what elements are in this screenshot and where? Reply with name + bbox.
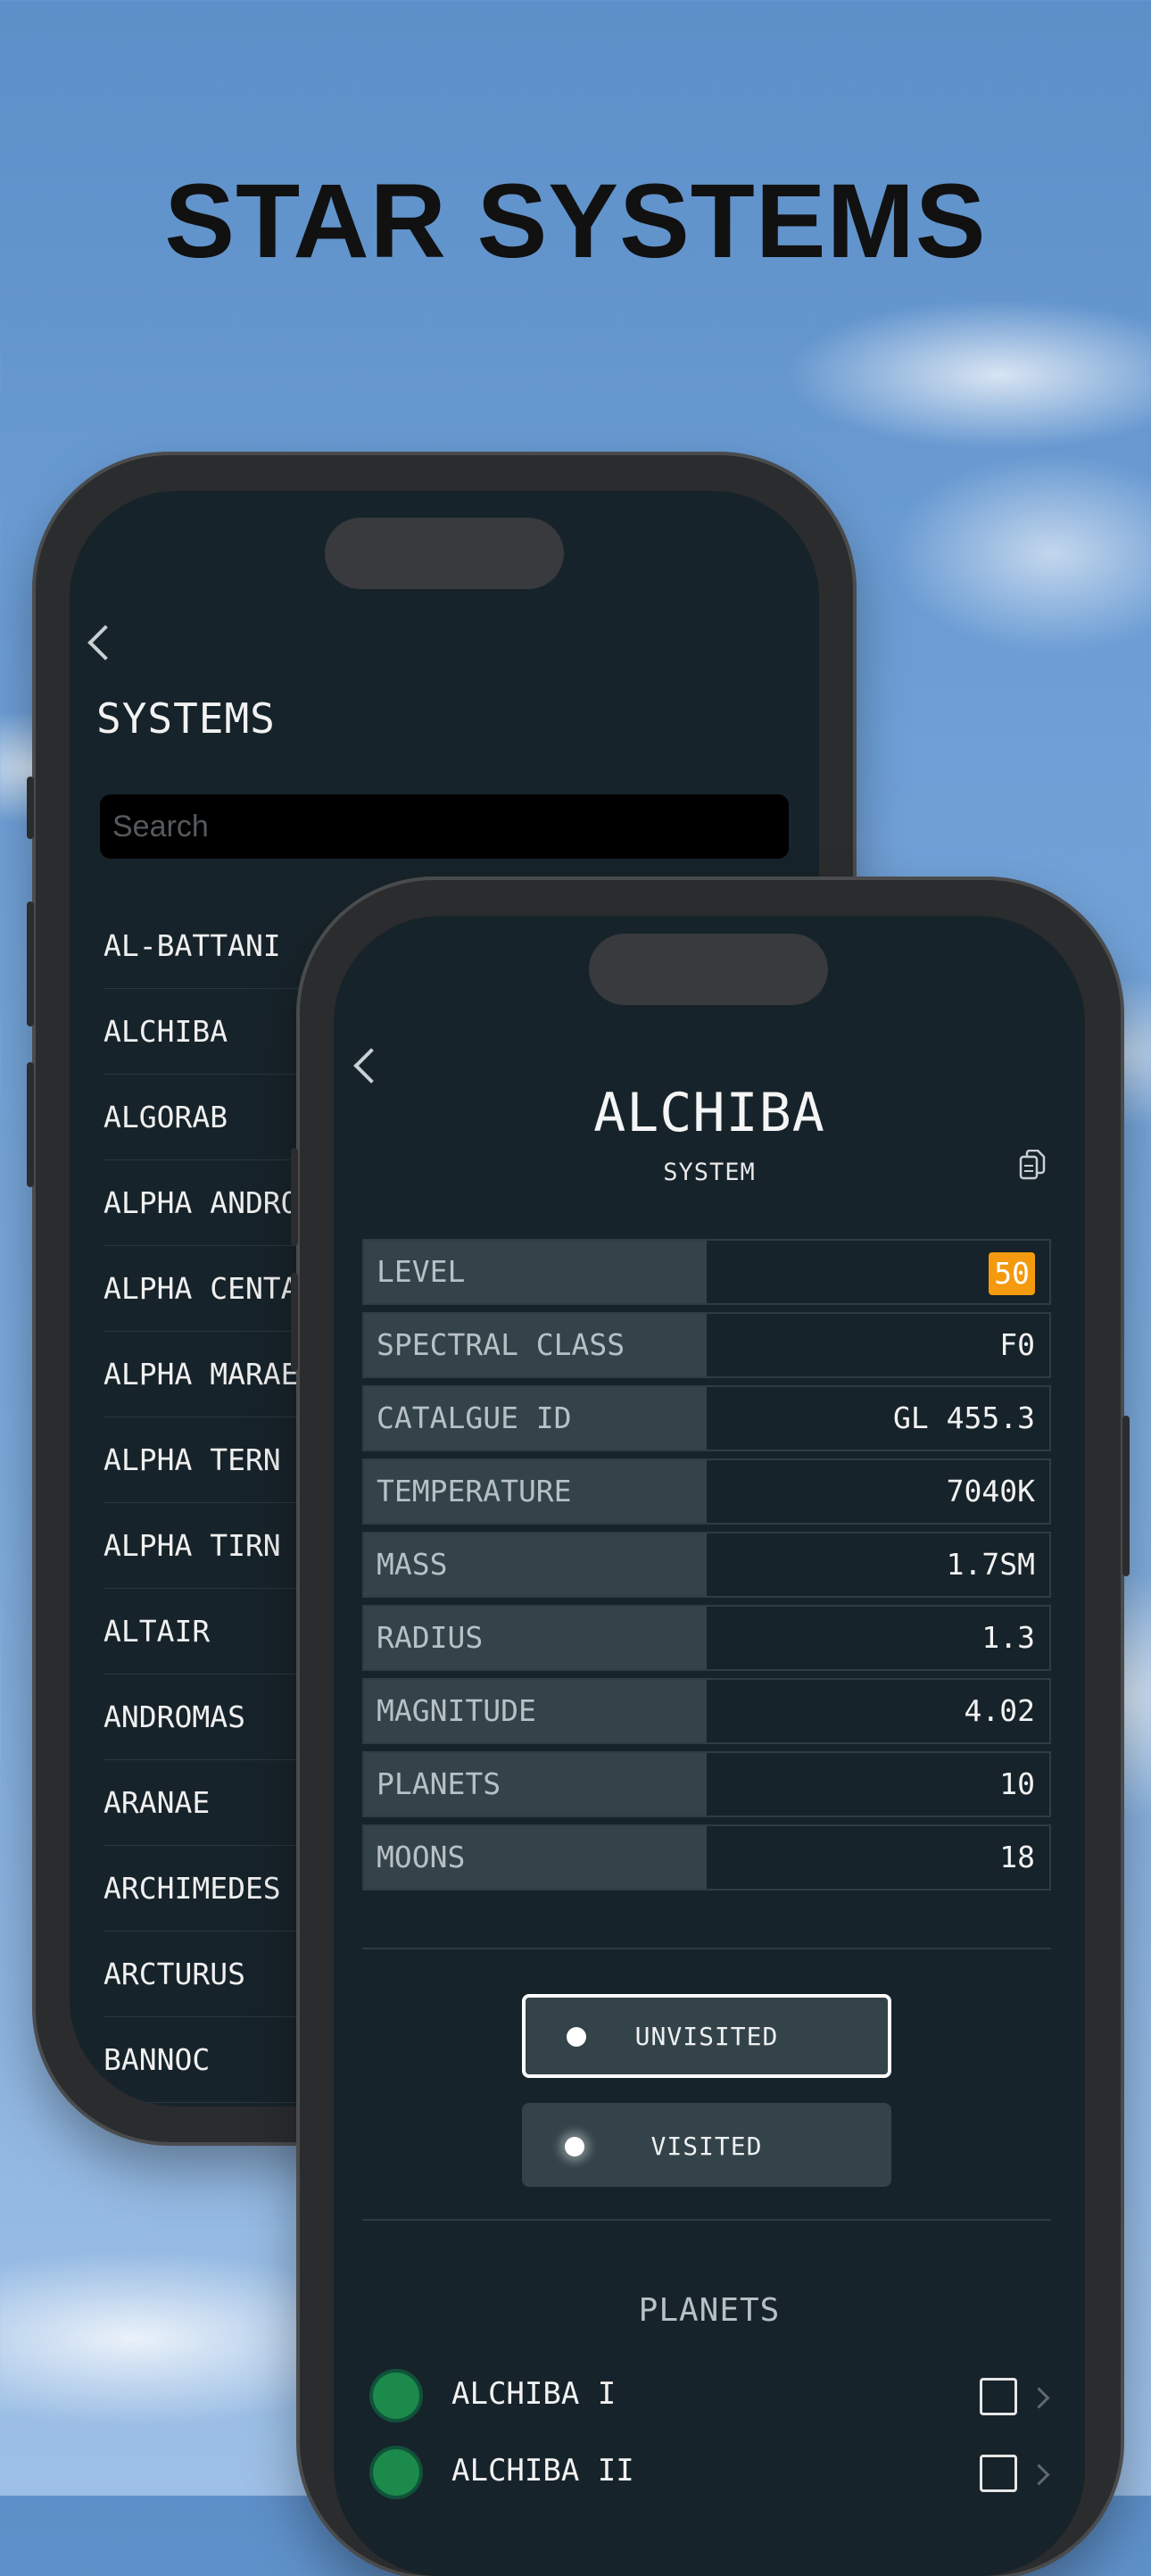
stat-value: 4.02 <box>707 1680 1049 1742</box>
planet-name: ALCHIBA II <box>451 2453 634 2489</box>
stat-value: F0 <box>707 1314 1049 1376</box>
planet-name: ALCHIBA I <box>451 2376 617 2412</box>
phone-system-detail: ALCHIBA SYSTEM LEVEL 50 SPECTRAL CLASS F… <box>291 880 1130 2576</box>
stat-label: SPECTRAL CLASS <box>364 1314 707 1376</box>
back-chevron-icon[interactable] <box>87 625 123 661</box>
stat-row-level: LEVEL 50 <box>362 1239 1051 1305</box>
phone-volume-up-button <box>291 1148 298 1246</box>
search-input[interactable] <box>100 794 789 859</box>
planet-icon <box>373 2449 419 2496</box>
planet-icon <box>373 2372 419 2419</box>
phone-volume-down-button <box>291 1273 298 1371</box>
radio-dot-icon <box>565 2137 584 2156</box>
back-chevron-icon[interactable] <box>353 1048 389 1084</box>
stat-value: 1.3 <box>707 1607 1049 1669</box>
unvisited-label: UNVISITED <box>634 2022 779 2051</box>
visited-label: VISITED <box>650 2131 763 2161</box>
stat-label: MOONS <box>364 1826 707 1889</box>
stat-value: 7040K <box>707 1460 1049 1523</box>
stat-row-moons: MOONS 18 <box>362 1824 1051 1890</box>
stat-label: RADIUS <box>364 1607 707 1669</box>
stat-value: GL 455.3 <box>707 1387 1049 1450</box>
planet-row[interactable]: ALCHIBA I <box>373 2367 1051 2430</box>
chevron-right-icon <box>1028 2464 1050 2486</box>
system-detail-screen: ALCHIBA SYSTEM LEVEL 50 SPECTRAL CLASS F… <box>334 916 1085 2576</box>
planets-heading: PLANETS <box>638 2292 781 2329</box>
visited-button[interactable]: VISITED <box>522 2103 891 2187</box>
phone-power-button <box>1122 1416 1130 1576</box>
stat-value: 1.7SM <box>707 1533 1049 1596</box>
stat-value: 18 <box>707 1826 1049 1889</box>
stat-row-spectral-class: SPECTRAL CLASS F0 <box>362 1312 1051 1378</box>
visited-checkbox[interactable] <box>980 2378 1017 2415</box>
dynamic-island <box>325 518 564 589</box>
headline: STAR SYSTEMS <box>164 162 987 280</box>
level-badge: 50 <box>989 1251 1035 1295</box>
chevron-right-icon <box>1028 2387 1050 2409</box>
planet-row[interactable]: ALCHIBA II <box>373 2444 1051 2506</box>
stat-row-radius: RADIUS 1.3 <box>362 1605 1051 1671</box>
stat-row-temperature: TEMPERATURE 7040K <box>362 1458 1051 1525</box>
phone-volume-down-button <box>27 1062 34 1187</box>
stat-value: 10 <box>707 1753 1049 1816</box>
divider <box>362 2219 1051 2221</box>
radio-dot-icon <box>567 2027 586 2047</box>
phone-volume-up-button <box>27 902 34 1026</box>
system-subtitle: SYSTEM <box>663 1159 756 1186</box>
stat-row-planets: PLANETS 10 <box>362 1751 1051 1817</box>
stat-label: LEVEL <box>364 1241 707 1303</box>
stat-row-mass: MASS 1.7SM <box>362 1532 1051 1598</box>
copy-icon[interactable] <box>1019 1150 1046 1180</box>
stat-row-magnitude: MAGNITUDE 4.02 <box>362 1678 1051 1744</box>
divider <box>362 1948 1051 1949</box>
stats-table: LEVEL 50 SPECTRAL CLASS F0 CATALGUE ID G… <box>362 1239 1051 1898</box>
unvisited-button[interactable]: UNVISITED <box>522 1994 891 2078</box>
stat-row-catalogue-id: CATALGUE ID GL 455.3 <box>362 1385 1051 1451</box>
stat-label: MAGNITUDE <box>364 1680 707 1742</box>
stat-label: MASS <box>364 1533 707 1596</box>
system-title: ALCHIBA <box>593 1082 825 1144</box>
phone-side-button <box>27 777 34 839</box>
visited-checkbox[interactable] <box>980 2455 1017 2492</box>
search-bar[interactable] <box>100 794 789 859</box>
dynamic-island <box>589 934 828 1005</box>
stat-value: 50 <box>707 1241 1049 1303</box>
page-title: SYSTEMS <box>96 694 276 743</box>
stat-label: PLANETS <box>364 1753 707 1816</box>
stat-label: CATALGUE ID <box>364 1387 707 1450</box>
stat-label: TEMPERATURE <box>364 1460 707 1523</box>
